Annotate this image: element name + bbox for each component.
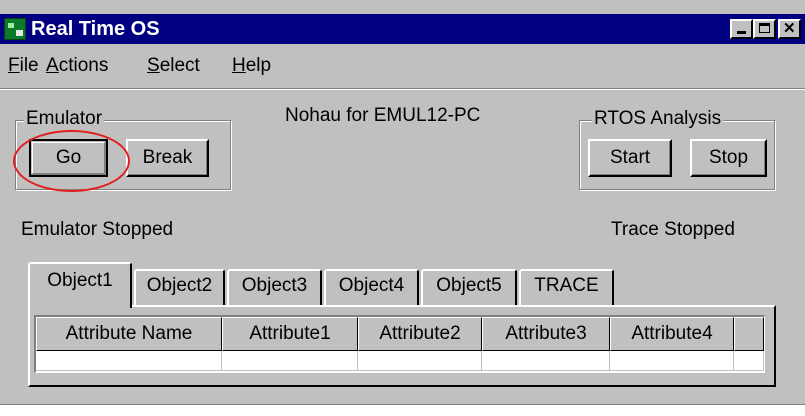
menu-bar: File Actions Select Help bbox=[0, 46, 805, 82]
grid-cell[interactable] bbox=[36, 351, 222, 371]
title-bar[interactable]: Real Time OS bbox=[0, 14, 805, 44]
column-header[interactable]: Attribute3 bbox=[482, 317, 610, 351]
column-header[interactable]: Attribute4 bbox=[610, 317, 734, 351]
maximize-icon[interactable] bbox=[753, 19, 776, 39]
menu-actions[interactable]: Actions bbox=[46, 55, 108, 77]
minimize-icon[interactable] bbox=[730, 19, 753, 39]
menu-select[interactable]: Select bbox=[147, 55, 200, 77]
menu-help[interactable]: Help bbox=[232, 55, 271, 77]
window-title: Real Time OS bbox=[31, 18, 160, 40]
break-button[interactable]: Break bbox=[126, 139, 209, 177]
grid-cell[interactable] bbox=[610, 351, 734, 371]
column-header-filler bbox=[734, 317, 764, 351]
tab-object5[interactable]: Object5 bbox=[421, 269, 517, 305]
column-header[interactable]: Attribute1 bbox=[222, 317, 358, 351]
window-bottom-edge bbox=[0, 404, 805, 405]
trace-status: Trace Stopped bbox=[611, 219, 735, 240]
highlight-ring bbox=[13, 130, 130, 192]
column-header[interactable]: Attribute2 bbox=[358, 317, 482, 351]
tab-object2[interactable]: Object2 bbox=[134, 269, 225, 305]
device-label: Nohau for EMUL12-PC bbox=[285, 105, 481, 126]
menu-separator bbox=[0, 88, 805, 90]
attribute-grid[interactable]: Attribute Name Attribute1 Attribute2 Att… bbox=[34, 315, 765, 373]
tab-object4[interactable]: Object4 bbox=[324, 269, 419, 305]
start-button[interactable]: Start bbox=[588, 139, 672, 177]
emulator-status: Emulator Stopped bbox=[21, 219, 174, 240]
main-window: Real Time OS File Actions Select Help Em… bbox=[0, 0, 805, 405]
grid-cell[interactable] bbox=[358, 351, 482, 371]
grid-cell[interactable] bbox=[482, 351, 610, 371]
app-icon[interactable] bbox=[4, 18, 26, 40]
tab-object3[interactable]: Object3 bbox=[227, 269, 322, 305]
tab-trace[interactable]: TRACE bbox=[519, 269, 614, 305]
stop-button[interactable]: Stop bbox=[690, 139, 767, 177]
tab-object1[interactable]: Object1 bbox=[28, 262, 132, 308]
grid-cell[interactable] bbox=[734, 351, 764, 371]
emulator-group-legend: Emulator bbox=[24, 108, 105, 130]
menu-file[interactable]: File bbox=[8, 55, 39, 77]
close-icon[interactable] bbox=[778, 19, 801, 39]
rtos-analysis-group-legend: RTOS Analysis bbox=[592, 108, 724, 130]
grid-cell[interactable] bbox=[222, 351, 358, 371]
column-header[interactable]: Attribute Name bbox=[36, 317, 222, 351]
